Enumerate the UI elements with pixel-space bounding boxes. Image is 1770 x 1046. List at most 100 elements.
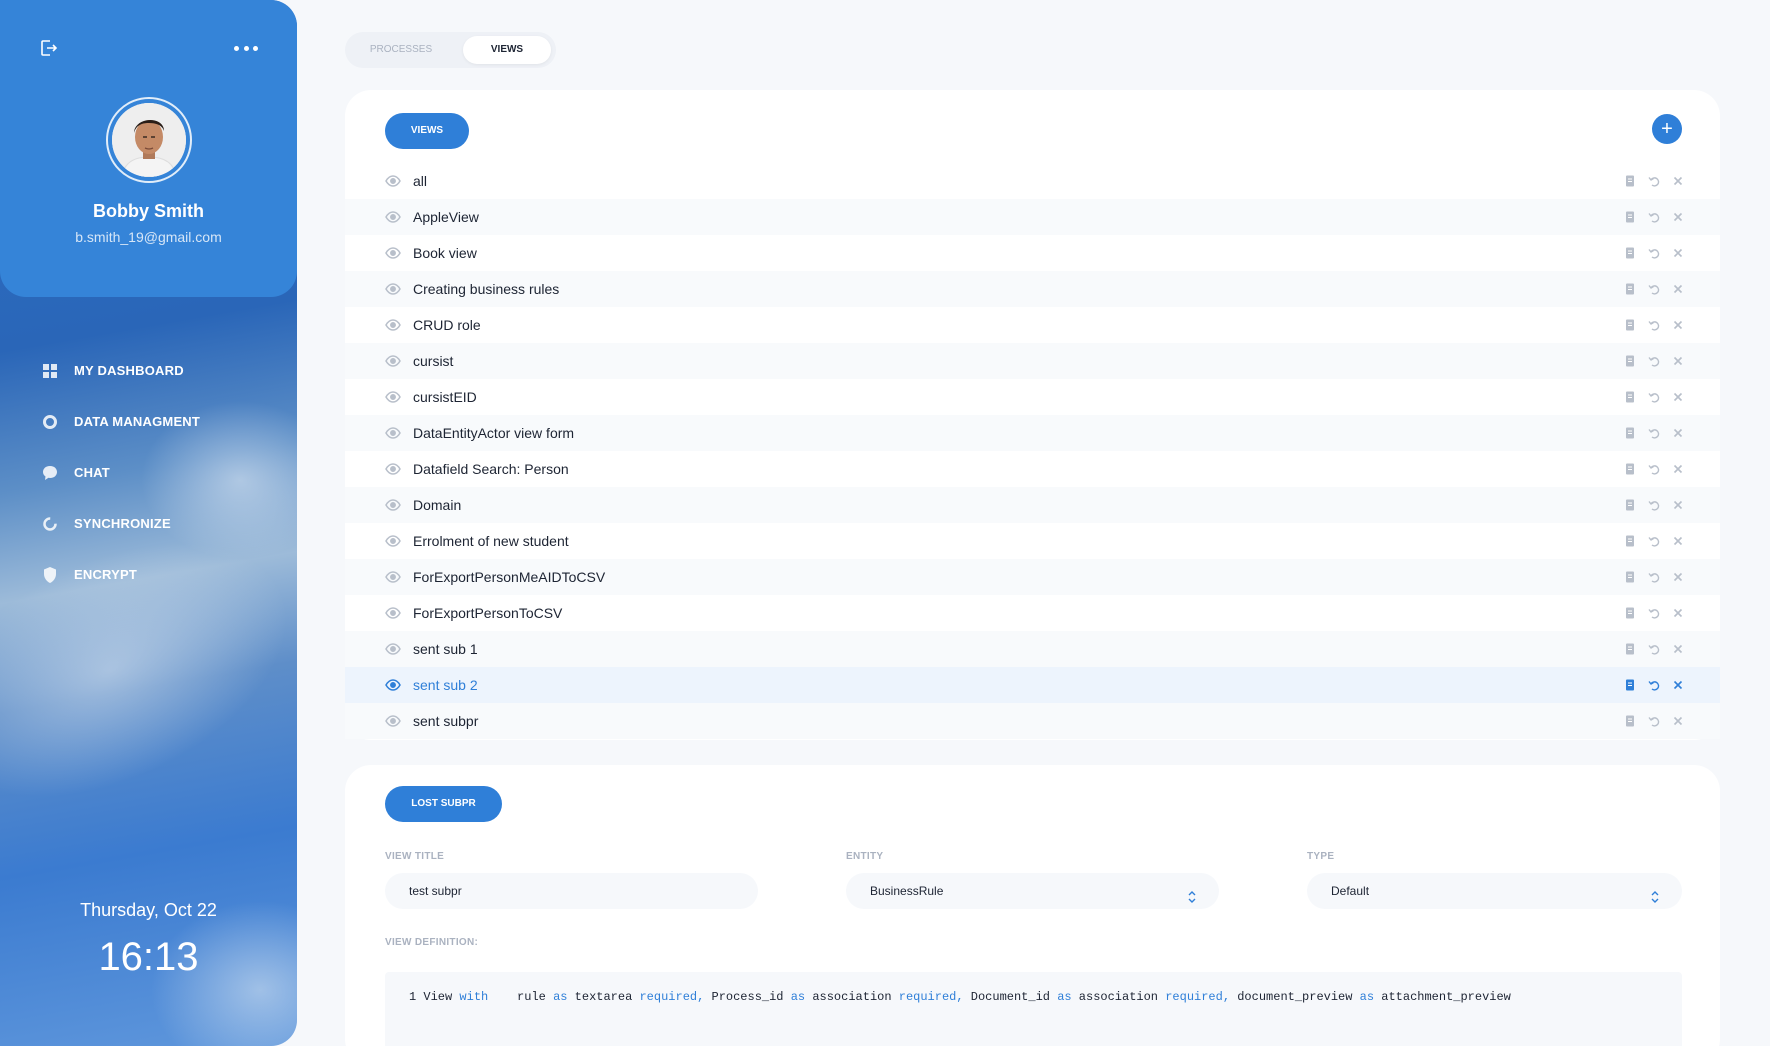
undo-icon[interactable] — [1647, 282, 1661, 296]
eye-icon[interactable] — [385, 210, 401, 224]
undo-icon[interactable] — [1647, 354, 1661, 368]
entity-select[interactable]: BusinessRule — [846, 873, 1219, 909]
nav-item-encrypt[interactable]: ENCRYPT — [42, 549, 200, 600]
view-definition-editor[interactable]: 1 View with rule as textarea required, P… — [385, 972, 1682, 1046]
close-icon[interactable] — [1671, 354, 1685, 368]
document-icon[interactable] — [1623, 246, 1637, 260]
eye-icon[interactable] — [385, 714, 401, 728]
document-icon[interactable] — [1623, 570, 1637, 584]
eye-icon[interactable] — [385, 318, 401, 332]
view-row[interactable]: AppleView — [345, 199, 1720, 235]
close-icon[interactable] — [1671, 606, 1685, 620]
undo-icon[interactable] — [1647, 606, 1661, 620]
views-button[interactable]: VIEWS — [385, 113, 469, 149]
document-icon[interactable] — [1623, 462, 1637, 476]
chat-bubble-icon — [42, 465, 58, 481]
view-row[interactable]: cursist — [345, 343, 1720, 379]
undo-icon[interactable] — [1647, 534, 1661, 548]
undo-icon[interactable] — [1647, 570, 1661, 584]
document-icon[interactable] — [1623, 354, 1637, 368]
document-icon[interactable] — [1623, 606, 1637, 620]
document-icon[interactable] — [1623, 678, 1637, 692]
document-icon[interactable] — [1623, 390, 1637, 404]
view-row[interactable]: CRUD role — [345, 307, 1720, 343]
eye-icon[interactable] — [385, 462, 401, 476]
close-icon[interactable] — [1671, 570, 1685, 584]
eye-icon[interactable] — [385, 174, 401, 188]
logout-icon[interactable] — [38, 38, 58, 58]
document-icon[interactable] — [1623, 210, 1637, 224]
undo-icon[interactable] — [1647, 426, 1661, 440]
view-row[interactable]: sent subpr — [345, 703, 1720, 739]
eye-icon[interactable] — [385, 390, 401, 404]
document-icon[interactable] — [1623, 498, 1637, 512]
close-icon[interactable] — [1671, 678, 1685, 692]
close-icon[interactable] — [1671, 426, 1685, 440]
document-icon[interactable] — [1623, 282, 1637, 296]
close-icon[interactable] — [1671, 462, 1685, 476]
close-icon[interactable] — [1671, 498, 1685, 512]
row-actions — [1623, 426, 1685, 440]
undo-icon[interactable] — [1647, 678, 1661, 692]
add-view-button[interactable]: + — [1652, 114, 1682, 144]
view-row[interactable]: Creating business rules — [345, 271, 1720, 307]
undo-icon[interactable] — [1647, 390, 1661, 404]
close-icon[interactable] — [1671, 390, 1685, 404]
close-icon[interactable] — [1671, 246, 1685, 260]
undo-icon[interactable] — [1647, 498, 1661, 512]
view-name-button[interactable]: LOST SUBPR — [385, 786, 502, 822]
undo-icon[interactable] — [1647, 642, 1661, 656]
undo-icon[interactable] — [1647, 714, 1661, 728]
view-row[interactable]: cursistEID — [345, 379, 1720, 415]
document-icon[interactable] — [1623, 174, 1637, 188]
close-icon[interactable] — [1671, 174, 1685, 188]
document-icon[interactable] — [1623, 534, 1637, 548]
tab-processes[interactable]: PROCESSES — [353, 36, 449, 64]
view-row[interactable]: Errolment of new student — [345, 523, 1720, 559]
document-icon[interactable] — [1623, 714, 1637, 728]
nav-item-data-managment[interactable]: DATA MANAGMENT — [42, 396, 200, 447]
nav-item-my-dashboard[interactable]: MY DASHBOARD — [42, 345, 200, 396]
document-icon[interactable] — [1623, 642, 1637, 656]
undo-icon[interactable] — [1647, 174, 1661, 188]
eye-icon[interactable] — [385, 570, 401, 584]
view-title-input[interactable]: test subpr — [385, 873, 758, 909]
view-row[interactable]: Domain — [345, 487, 1720, 523]
avatar[interactable] — [112, 103, 186, 177]
eye-icon[interactable] — [385, 606, 401, 620]
close-icon[interactable] — [1671, 318, 1685, 332]
eye-icon[interactable] — [385, 426, 401, 440]
view-row[interactable]: all — [345, 163, 1720, 199]
eye-icon[interactable] — [385, 246, 401, 260]
view-row[interactable]: sent sub 2 — [345, 667, 1720, 703]
view-row[interactable]: Datafield Search: Person — [345, 451, 1720, 487]
eye-icon[interactable] — [385, 282, 401, 296]
eye-icon[interactable] — [385, 642, 401, 656]
document-icon[interactable] — [1623, 426, 1637, 440]
nav-item-synchronize[interactable]: SYNCHRONIZE — [42, 498, 200, 549]
view-row[interactable]: ForExportPersonMeAIDToCSV — [345, 559, 1720, 595]
close-icon[interactable] — [1671, 282, 1685, 296]
close-icon[interactable] — [1671, 642, 1685, 656]
type-select[interactable]: Default — [1307, 873, 1682, 909]
close-icon[interactable] — [1671, 534, 1685, 548]
view-row[interactable]: Book view — [345, 235, 1720, 271]
view-row[interactable]: ForExportPersonToCSV — [345, 595, 1720, 631]
undo-icon[interactable] — [1647, 318, 1661, 332]
eye-icon[interactable] — [385, 678, 401, 692]
view-row[interactable]: sent sub 1 — [345, 631, 1720, 667]
more-options-icon[interactable] — [234, 38, 258, 58]
code-token: Process_id — [711, 990, 784, 1004]
close-icon[interactable] — [1671, 714, 1685, 728]
tab-views[interactable]: VIEWS — [463, 36, 551, 64]
undo-icon[interactable] — [1647, 246, 1661, 260]
nav-item-chat[interactable]: CHAT — [42, 447, 200, 498]
eye-icon[interactable] — [385, 498, 401, 512]
eye-icon[interactable] — [385, 354, 401, 368]
document-icon[interactable] — [1623, 318, 1637, 332]
eye-icon[interactable] — [385, 534, 401, 548]
close-icon[interactable] — [1671, 210, 1685, 224]
view-row[interactable]: DataEntityActor view form — [345, 415, 1720, 451]
undo-icon[interactable] — [1647, 210, 1661, 224]
undo-icon[interactable] — [1647, 462, 1661, 476]
